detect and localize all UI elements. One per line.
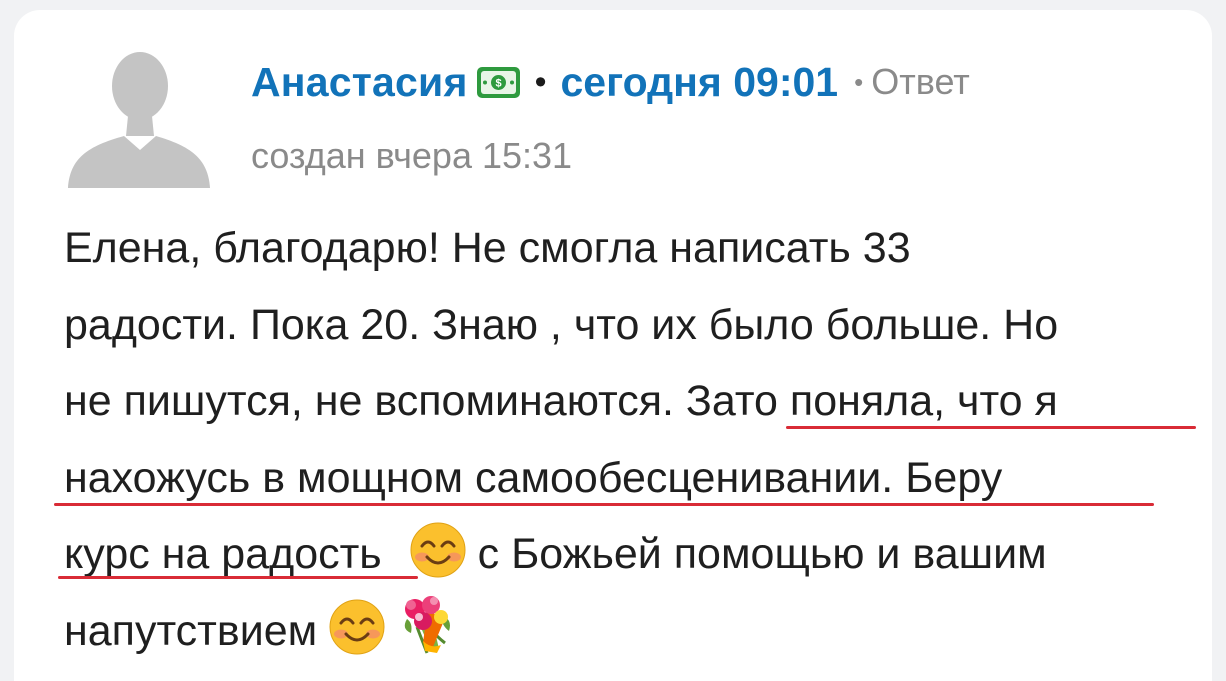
svg-text:$: $ <box>495 77 501 89</box>
body-fragment: курс на радость <box>64 530 382 578</box>
comment-body: Елена, благодарю! Не смогла написать 33 … <box>64 210 1214 669</box>
comment-card: Анастасия $ • сегодня 09:01 • Ответ созд… <box>14 10 1212 681</box>
comment-header: Анастасия $ • сегодня 09:01 • Ответ <box>251 54 970 110</box>
body-fragment: напутствием <box>64 606 318 655</box>
bouquet-emoji <box>397 593 457 680</box>
header-separator: • <box>534 62 547 101</box>
comment-time[interactable]: сегодня 09:01 <box>561 59 839 106</box>
body-line: радости. Пока 20. Знаю , что их было бол… <box>64 300 1059 349</box>
author-name[interactable]: Анастасия <box>251 59 468 106</box>
body-line: курс на радость с Божьей помощью и вашим <box>64 516 1214 593</box>
smiling-face-emoji <box>329 599 385 680</box>
reply-separator: • <box>854 66 864 97</box>
body-line: Елена, благодарю! Не смогла написать 33 <box>64 224 911 272</box>
smiling-face-emoji <box>410 522 466 603</box>
avatar[interactable] <box>66 50 211 188</box>
underline-mark <box>786 426 1196 429</box>
underline-mark <box>54 503 1154 506</box>
body-line: напутствием <box>64 593 1214 670</box>
underline-mark <box>58 576 418 579</box>
money-badge-icon: $ <box>476 66 521 99</box>
reply-label: Ответ <box>871 61 970 102</box>
created-timestamp: создан вчера 15:31 <box>251 135 573 176</box>
default-user-avatar-icon <box>68 52 210 188</box>
body-fragment: с Божьей помощью и вашим <box>477 530 1047 578</box>
